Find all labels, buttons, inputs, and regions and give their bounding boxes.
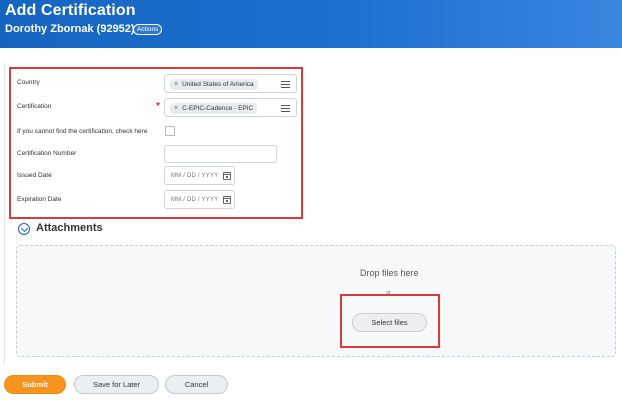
expiration-date-label: Expiration Date [17, 196, 62, 203]
list-prompt-icon[interactable] [281, 81, 290, 88]
certification-number-label: Certification Number [17, 150, 77, 157]
certification-label: Certification [17, 103, 52, 110]
list-prompt-icon[interactable] [281, 105, 290, 112]
submit-button[interactable]: Submit [4, 375, 66, 394]
cancel-button[interactable]: Cancel [165, 375, 228, 394]
file-dropzone[interactable] [16, 245, 616, 357]
country-label: Country [17, 79, 40, 86]
certification-value: C-EPIC-Cadence - EPIC [182, 105, 254, 112]
issued-date-input[interactable]: MM / DD / YYYY [164, 166, 235, 185]
certification-pill: × C-EPIC-Cadence - EPIC [170, 103, 258, 114]
calendar-icon[interactable] [223, 196, 231, 204]
calendar-icon[interactable] [223, 172, 231, 180]
issued-date-placeholder: MM / DD / YYYY [171, 173, 219, 179]
drop-files-text: Drop files here [360, 268, 419, 278]
certification-number-input[interactable] [164, 145, 277, 163]
expiration-date-input[interactable]: MM / DD / YYYY [164, 190, 235, 209]
page-header: Add Certification Dorothy Zbornak (92952… [0, 0, 622, 48]
expiration-date-placeholder: MM / DD / YYYY [171, 197, 219, 203]
chevron-down-icon[interactable] [18, 223, 30, 235]
required-marker: * [156, 101, 160, 112]
country-pill: × United States of America [170, 79, 258, 90]
remove-certification-icon[interactable]: × [174, 105, 178, 112]
worker-name[interactable]: Dorothy Zbornak (92952) [5, 23, 135, 35]
left-divider [4, 63, 5, 363]
save-for-later-button[interactable]: Save for Later [74, 375, 159, 394]
not-found-checkbox[interactable] [165, 126, 175, 136]
issued-date-label: Issued Date [17, 172, 52, 179]
country-field[interactable]: × United States of America [164, 74, 297, 93]
country-value: United States of America [182, 81, 254, 88]
attachments-title: Attachments [36, 222, 103, 234]
remove-country-icon[interactable]: × [174, 81, 178, 88]
not-found-label: If you cannot find the certification, ch… [17, 128, 148, 135]
page-title: Add Certification [5, 2, 136, 19]
select-files-button[interactable]: Select files [352, 313, 427, 332]
certification-field[interactable]: × C-EPIC-Cadence - EPIC [164, 98, 297, 117]
actions-button[interactable]: Actions [133, 24, 163, 35]
